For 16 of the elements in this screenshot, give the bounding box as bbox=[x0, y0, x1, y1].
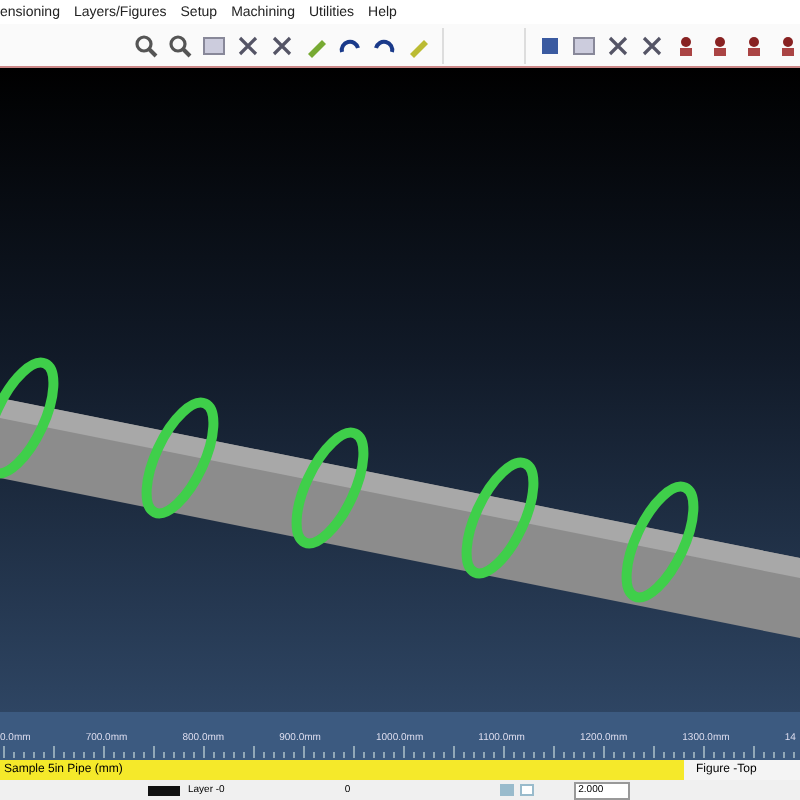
figure-icon[interactable] bbox=[674, 33, 698, 57]
cube-icon[interactable] bbox=[538, 33, 562, 57]
figure-icon[interactable] bbox=[742, 33, 766, 57]
checkbox[interactable] bbox=[520, 784, 535, 796]
checkbox[interactable] bbox=[500, 784, 515, 796]
layer-swatch bbox=[148, 785, 180, 795]
cross-icon[interactable] bbox=[269, 33, 294, 57]
zoom-icon[interactable] bbox=[167, 33, 192, 57]
cross-icon[interactable] bbox=[640, 33, 664, 57]
cross-icon[interactable] bbox=[606, 33, 630, 57]
window-icon[interactable] bbox=[572, 33, 596, 57]
cross-icon[interactable] bbox=[235, 33, 260, 57]
window-icon[interactable] bbox=[201, 33, 226, 57]
figure-icon[interactable] bbox=[708, 33, 732, 57]
figure-icon[interactable] bbox=[776, 33, 800, 57]
zoom-icon[interactable] bbox=[133, 33, 158, 57]
